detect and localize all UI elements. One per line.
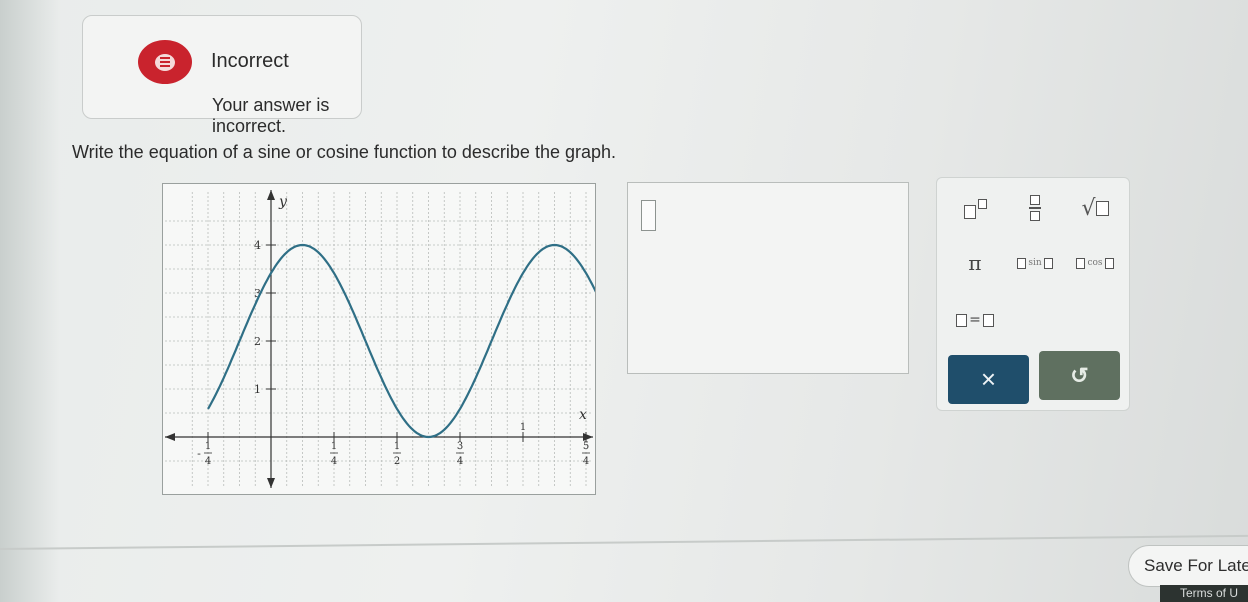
x-tick-numerator: 5	[583, 441, 589, 452]
x-tick-numerator: 1	[205, 441, 211, 452]
y-tick-label: 1	[254, 383, 261, 396]
equals-label: =	[969, 312, 981, 328]
answer-placeholder-box[interactable]	[641, 200, 656, 231]
feedback-message: Your answer is incorrect.	[212, 95, 330, 136]
x-tick-numerator: 1	[394, 441, 400, 452]
feedback-icon	[138, 40, 192, 84]
x-tick-denominator: 4	[205, 456, 211, 467]
x-tick-denominator: 4	[331, 456, 337, 467]
x-axis-label: x	[579, 407, 587, 423]
equation-key[interactable]: =	[947, 302, 1003, 338]
undo-button[interactable]: ↺	[1039, 351, 1120, 400]
fraction-key[interactable]	[1007, 190, 1063, 226]
cos-key-label: cos	[1087, 258, 1103, 268]
feedback-title: Incorrect	[211, 50, 289, 72]
math-palette: √ π sin cos = × ↺	[936, 177, 1130, 411]
x-axis-arrow-right	[583, 433, 593, 441]
x-tick-numerator: 3	[457, 441, 463, 452]
y-tick-label: 4	[254, 239, 261, 252]
sqrt-key[interactable]: √	[1067, 190, 1123, 226]
x-tick-sign: -	[197, 447, 201, 460]
y-tick-label: 2	[254, 335, 261, 348]
x-tick-numerator: 1	[331, 441, 337, 452]
sin-key-label: sin	[1028, 258, 1042, 268]
graph-svg: yx123414-141234154	[165, 190, 595, 488]
screen-edge-shade	[0, 0, 60, 602]
terms-link[interactable]: Terms of U	[1180, 586, 1238, 600]
sine-graph: yx123414-141234154	[162, 183, 596, 495]
sin-key[interactable]: sin	[1007, 245, 1063, 281]
save-for-later-button[interactable]: Save For Late	[1128, 545, 1248, 587]
y-axis-label: y	[278, 194, 288, 210]
pi-key[interactable]: π	[947, 245, 1003, 281]
x-axis-arrow-left	[165, 433, 175, 441]
question-prompt: Write the equation of a sine or cosine f…	[72, 142, 616, 162]
x-tick-denominator: 4	[457, 456, 463, 467]
footer-divider	[0, 534, 1248, 550]
y-axis-arrow-up	[267, 190, 275, 200]
x-tick-denominator: 2	[394, 456, 400, 467]
y-axis-arrow-down	[267, 478, 275, 488]
clear-button[interactable]: ×	[948, 355, 1029, 404]
superscript-key[interactable]	[947, 190, 1003, 226]
feedback-card: Incorrect Your answer is incorrect.	[82, 15, 362, 136]
x-tick-denominator: 4	[583, 456, 589, 467]
cos-key[interactable]: cos	[1067, 245, 1123, 281]
x-tick-label: 1	[520, 422, 526, 433]
answer-input[interactable]	[627, 182, 909, 374]
